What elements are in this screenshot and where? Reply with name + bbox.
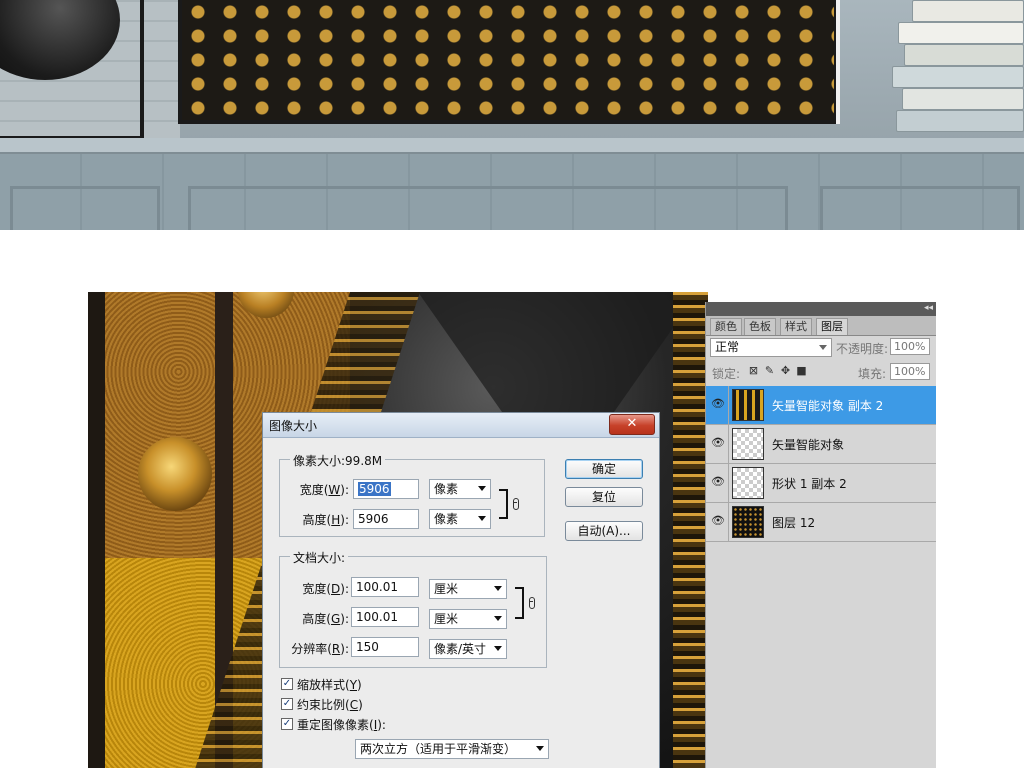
layer-thumbnail xyxy=(732,467,764,499)
layer-thumbnail xyxy=(732,506,764,538)
resample-method-select[interactable]: 两次立方（适用于平滑渐变） xyxy=(355,739,549,759)
layer-thumbnail xyxy=(732,389,764,421)
layer-row[interactable]: 👁 图层 12 xyxy=(706,503,936,542)
photoshop-screenshot: 图像大小 ✕ 像素大小:99.8M 宽度(W): 5906 像素 高度(H): … xyxy=(88,292,936,768)
doc-height-unit-select[interactable]: 厘米 xyxy=(429,609,507,629)
lock-position-icon[interactable]: ✥ xyxy=(780,365,791,376)
doc-width-input[interactable]: 100.01 xyxy=(351,577,419,597)
auto-button[interactable]: 自动(A)... xyxy=(565,521,643,541)
layer-name: 矢量智能对象 xyxy=(772,438,845,452)
scale-styles-checkbox[interactable]: ✓ xyxy=(281,678,293,690)
tab-layers[interactable]: 图层 xyxy=(816,318,848,335)
drawer xyxy=(820,186,1020,230)
eye-column-divider xyxy=(728,503,729,541)
eye-icon[interactable]: 👁 xyxy=(710,476,726,488)
eye-icon[interactable]: 👁 xyxy=(710,437,726,449)
chevron-down-icon xyxy=(494,616,502,621)
resolution-input[interactable]: 150 xyxy=(351,637,419,657)
fill-input[interactable]: 100% xyxy=(890,363,930,380)
close-icon: ✕ xyxy=(626,416,638,431)
pixel-dimensions-legend: 像素大小:99.8M xyxy=(290,452,386,469)
layer-row[interactable]: 👁 形状 1 副本 2 xyxy=(706,464,936,503)
layers-panel: ◂◂ 颜色 色板 样式 图层 正常 不透明度: 100% 锁定: ⊠ ✎ ✥ ■… xyxy=(705,302,936,768)
book-stack xyxy=(890,0,1024,150)
chevron-down-icon xyxy=(478,516,486,521)
doc-height-label: 高度(G): xyxy=(302,612,349,626)
constrain-bracket xyxy=(515,587,524,619)
lock-transparent-pixels-icon[interactable]: ⊠ xyxy=(748,365,759,376)
chevron-down-icon xyxy=(536,746,544,751)
fill-label: 填充: xyxy=(858,367,887,381)
image-size-dialog: 图像大小 ✕ 像素大小:99.8M 宽度(W): 5906 像素 高度(H): … xyxy=(262,412,660,768)
lock-label: 锁定: xyxy=(712,367,741,381)
pixel-width-unit-select[interactable]: 像素 xyxy=(429,479,491,499)
chevron-down-icon xyxy=(494,646,502,651)
art-gold-glitter-band-right xyxy=(673,292,708,768)
drawer xyxy=(188,186,788,230)
ok-button[interactable]: 确定 xyxy=(565,459,643,479)
document-size-legend: 文档大小: xyxy=(290,549,349,566)
dialog-title: 图像大小 xyxy=(269,419,318,433)
layer-name: 形状 1 副本 2 xyxy=(772,477,847,491)
doc-width-label: 宽度(D): xyxy=(302,582,349,596)
panel-header-bar[interactable]: ◂◂ xyxy=(706,302,936,316)
tab-styles[interactable]: 样式 xyxy=(780,318,812,335)
resample-checkbox[interactable]: ✓ xyxy=(281,718,293,730)
pixel-height-input[interactable]: 5906 xyxy=(353,509,419,529)
scale-styles-label[interactable]: 缩放样式(Y) xyxy=(297,676,362,693)
blend-mode-select[interactable]: 正常 xyxy=(710,338,832,357)
glass-frame xyxy=(0,0,144,140)
constrain-proportions-checkbox[interactable]: ✓ xyxy=(281,698,293,710)
layer-row[interactable]: 👁 矢量智能对象 xyxy=(706,425,936,464)
resolution-label: 分辨率(R): xyxy=(291,642,349,656)
eye-icon[interactable]: 👁 xyxy=(710,515,726,527)
pixel-width-label: 宽度(W): xyxy=(299,483,349,497)
lock-all-icon[interactable]: ■ xyxy=(796,365,807,376)
constrain-bracket xyxy=(499,489,508,519)
chevron-down-icon xyxy=(819,345,827,350)
chain-link-icon xyxy=(513,498,519,510)
collapse-icon[interactable]: ◂◂ xyxy=(924,303,933,313)
doc-height-input[interactable]: 100.01 xyxy=(351,607,419,627)
layer-name: 矢量智能对象 副本 2 xyxy=(772,399,884,413)
checkmark-icon: ✓ xyxy=(282,718,292,729)
tab-swatches[interactable]: 色板 xyxy=(744,318,776,335)
drawer xyxy=(10,186,160,230)
tab-color[interactable]: 颜色 xyxy=(710,318,742,335)
chain-link-icon xyxy=(529,597,535,609)
eye-column-divider xyxy=(728,425,729,463)
eye-icon[interactable]: 👁 xyxy=(710,398,726,410)
gold-dot-painting xyxy=(178,0,838,124)
chevron-down-icon xyxy=(478,486,486,491)
reset-button[interactable]: 复位 xyxy=(565,487,643,507)
doc-width-unit-select[interactable]: 厘米 xyxy=(429,579,507,599)
layer-name: 图层 12 xyxy=(772,516,816,530)
close-button[interactable]: ✕ xyxy=(609,414,655,435)
painting-mat xyxy=(836,0,840,124)
checkmark-icon: ✓ xyxy=(282,678,292,689)
art-gold-sphere xyxy=(138,437,212,511)
interior-preview-photo xyxy=(0,0,1024,230)
dialog-titlebar[interactable]: 图像大小 ✕ xyxy=(263,413,659,438)
opacity-label: 不透明度: xyxy=(836,342,889,356)
eye-column-divider xyxy=(728,464,729,502)
constrain-proportions-label[interactable]: 约束比例(C) xyxy=(297,696,363,713)
layer-thumbnail xyxy=(732,428,764,460)
pixel-width-input[interactable]: 5906 xyxy=(353,479,419,499)
eye-column-divider xyxy=(728,386,729,424)
pixel-height-label: 高度(H): xyxy=(302,513,349,527)
resolution-unit-select[interactable]: 像素/英寸 xyxy=(429,639,507,659)
art-dark-edge xyxy=(88,292,105,768)
sideboard-top xyxy=(0,138,1024,154)
pixel-height-unit-select[interactable]: 像素 xyxy=(429,509,491,529)
layer-row[interactable]: 👁 矢量智能对象 副本 2 xyxy=(706,386,936,425)
chevron-down-icon xyxy=(494,586,502,591)
lock-image-pixels-icon[interactable]: ✎ xyxy=(764,365,775,376)
panel-tabs: 颜色 色板 样式 图层 xyxy=(706,316,936,336)
resample-label[interactable]: 重定图像像素(I): xyxy=(297,716,386,733)
checkmark-icon: ✓ xyxy=(282,698,292,709)
opacity-input[interactable]: 100% xyxy=(890,338,930,355)
